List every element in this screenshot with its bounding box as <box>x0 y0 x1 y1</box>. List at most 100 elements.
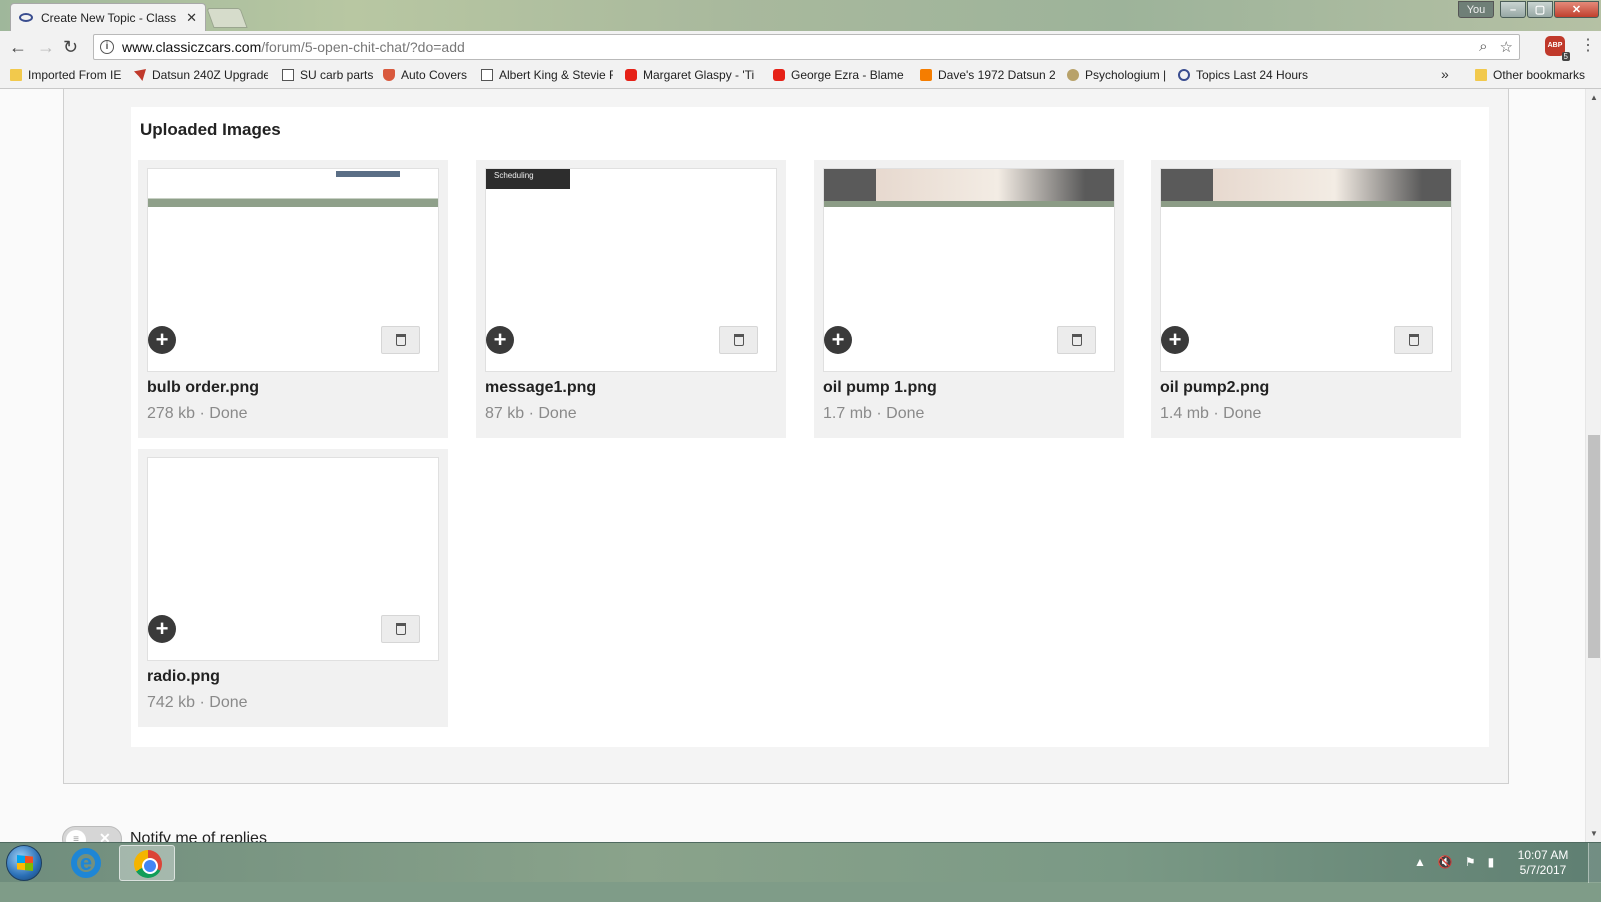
profile-button[interactable]: You <box>1458 1 1494 18</box>
thumbnail-preview <box>1161 169 1451 207</box>
delete-image-button[interactable] <box>1057 326 1096 354</box>
uploaded-images-heading: Uploaded Images <box>140 120 281 139</box>
zoom-icon[interactable]: ⌕ <box>1479 38 1487 56</box>
bookmark-label: Topics Last 24 Hours <box>1196 68 1309 82</box>
plus-icon: + <box>831 327 845 352</box>
file-meta: 278 kb · Done <box>147 405 248 422</box>
bookmark-label: Dave's 1972 Datsun 2 <box>938 68 1055 82</box>
file-name: oil pump2.png <box>1160 379 1270 396</box>
bookmark-label: Albert King & Stevie F <box>499 68 613 82</box>
show-desktop-button[interactable] <box>1588 843 1601 883</box>
clock-date: 5/7/2017 <box>1519 863 1567 877</box>
forward-arrow-icon[interactable]: → <box>37 37 55 57</box>
system-tray: ▲ 🔇 ⚑ ▮ <box>1414 855 1494 869</box>
thumbnail-text: Scheduling <box>494 171 534 180</box>
insert-image-button[interactable]: + <box>486 326 514 354</box>
uploaded-images-panel: Uploaded Images + bulb order.png 278 kb … <box>131 107 1489 747</box>
show-hidden-icons-icon[interactable]: ▲ <box>1414 855 1426 869</box>
insert-image-button[interactable]: + <box>1161 326 1189 354</box>
bookmarks-overflow-chevron-icon[interactable]: » <box>1441 66 1449 82</box>
upload-card: + oil pump2.png 1.4 mb · Done <box>1151 160 1461 438</box>
scroll-down-arrow-icon[interactable]: ▼ <box>1590 829 1598 838</box>
delete-image-button[interactable] <box>719 326 758 354</box>
folder-icon <box>1475 69 1487 81</box>
scroll-thumb[interactable] <box>1588 435 1600 658</box>
url-host: www.classiczcars.com <box>122 39 262 55</box>
new-tab-button[interactable] <box>206 8 248 28</box>
trash-icon <box>1071 334 1082 346</box>
delete-image-button[interactable] <box>381 326 420 354</box>
maximize-icon: ▢ <box>1534 4 1546 16</box>
bookmark-item[interactable]: Dave's 1972 Datsun 2 <box>920 68 1055 82</box>
chrome-icon <box>134 850 162 878</box>
youtube-icon <box>773 69 785 81</box>
insert-image-button[interactable]: + <box>148 615 176 643</box>
upload-card: Scheduling + message1.png 87 kb · Done <box>476 160 786 438</box>
reload-icon[interactable]: ↻ <box>63 37 78 57</box>
file-meta: 1.7 mb · Done <box>823 405 925 422</box>
network-signal-icon[interactable]: ▮ <box>1488 855 1495 869</box>
adblock-extension-button[interactable]: ABP 5 <box>1545 36 1570 61</box>
bookmark-item[interactable]: Datsun 240Z Upgrade <box>134 68 268 82</box>
bookmark-item[interactable]: Topics Last 24 Hours <box>1178 68 1316 82</box>
back-arrow-icon[interactable]: ← <box>9 37 27 57</box>
site-favicon-icon <box>1178 69 1190 81</box>
upload-card: + bulb order.png 278 kb · Done <box>138 160 448 438</box>
trash-icon <box>1408 334 1419 346</box>
minimize-icon: – <box>1509 4 1517 16</box>
insert-image-button[interactable]: + <box>824 326 852 354</box>
shield-icon <box>383 69 395 81</box>
bookmark-item[interactable]: Auto Covers <box>383 68 471 82</box>
tab-title: Create New Topic - Class <box>41 10 177 25</box>
bookmark-item[interactable]: Albert King & Stevie F <box>481 68 613 82</box>
delete-image-button[interactable] <box>381 615 420 643</box>
browser-tab[interactable]: Create New Topic - Class ✕ <box>10 3 206 31</box>
notify-label: Notify me of replies <box>130 830 267 842</box>
file-meta: 87 kb · Done <box>485 405 577 422</box>
address-bar[interactable]: i www.classiczcars.com /forum/5-open-chi… <box>93 34 1520 60</box>
other-bookmarks[interactable]: Other bookmarks <box>1475 68 1595 82</box>
bookmark-item[interactable]: Psychologium | <box>1067 68 1169 82</box>
window-close-icon: ✕ <box>1571 4 1582 16</box>
start-button[interactable] <box>6 845 42 881</box>
bookmark-label: Auto Covers <box>401 68 468 82</box>
trash-icon <box>733 334 744 346</box>
action-center-icon[interactable]: ⚑ <box>1465 855 1476 869</box>
bookmark-item[interactable]: SU carb parts <box>282 68 374 82</box>
datsun-icon <box>134 69 146 81</box>
plus-icon: + <box>155 327 169 352</box>
scroll-up-arrow-icon[interactable]: ▲ <box>1590 93 1598 102</box>
taskbar-chrome-button[interactable] <box>119 845 175 881</box>
file-meta: 1.4 mb · Done <box>1160 405 1262 422</box>
page-content: Uploaded Images + bulb order.png 278 kb … <box>0 89 1585 842</box>
site-info-icon[interactable]: i <box>100 40 114 54</box>
bookmark-label: Datsun 240Z Upgrade <box>152 68 268 82</box>
plus-icon: + <box>493 327 507 352</box>
tab-close-icon[interactable]: ✕ <box>186 10 197 26</box>
window-close-button[interactable]: ✕ <box>1554 1 1599 18</box>
bookmark-item[interactable]: George Ezra - Blame I <box>773 68 908 82</box>
delete-image-button[interactable] <box>1394 326 1433 354</box>
maximize-button[interactable]: ▢ <box>1527 1 1553 18</box>
extension-badge: 5 <box>1561 52 1570 61</box>
bookmark-item[interactable]: Imported From IE <box>10 68 122 82</box>
page-scrollbar[interactable]: ▲ ▼ <box>1585 89 1601 842</box>
bookmark-label: George Ezra - Blame I <box>791 68 908 82</box>
bookmark-label: Psychologium | <box>1085 68 1167 82</box>
volume-muted-icon[interactable]: 🔇 <box>1438 855 1453 869</box>
trash-icon <box>395 623 406 635</box>
insert-image-button[interactable]: + <box>148 326 176 354</box>
minimize-button[interactable]: – <box>1500 1 1526 18</box>
taskbar-clock[interactable]: 10:07 AM 5/7/2017 <box>1511 848 1575 878</box>
browser-titlebar: Create New Topic - Class ✕ You – ▢ ✕ <box>0 0 1601 31</box>
plus-icon: + <box>1168 327 1182 352</box>
bookmark-star-icon[interactable]: ☆ <box>1500 38 1513 56</box>
file-name: bulb order.png <box>147 379 259 396</box>
browser-menu-icon[interactable]: ⋮ <box>1580 38 1596 54</box>
bookmark-item[interactable]: Margaret Glaspy - 'Ti <box>625 68 761 82</box>
internet-explorer-icon: e <box>71 848 101 878</box>
page-icon <box>481 69 493 81</box>
thumbnail-preview <box>824 169 1114 207</box>
taskbar-ie-button[interactable]: e <box>59 845 115 881</box>
notify-toggle[interactable]: ≡ ✕ <box>62 826 122 842</box>
